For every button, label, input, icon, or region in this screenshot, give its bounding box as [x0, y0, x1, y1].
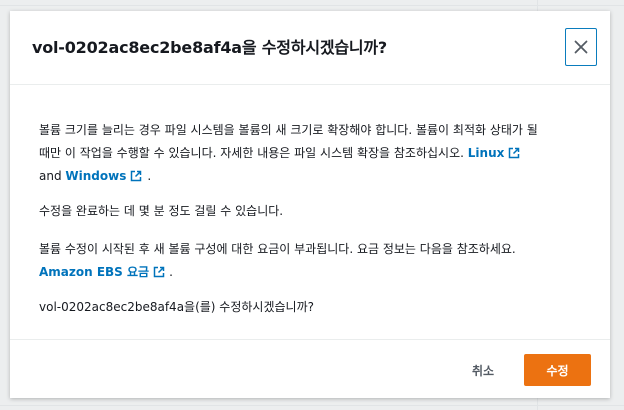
- close-button[interactable]: [565, 28, 597, 66]
- dialog-header: vol-0202ac8ec2be8af4a을 수정하시겠습니까?: [10, 11, 610, 85]
- external-link-icon: [509, 147, 520, 159]
- modify-volume-dialog: vol-0202ac8ec2be8af4a을 수정하시겠습니까? 볼륨 크기를 …: [10, 11, 610, 398]
- ebs-pricing-link-label: Amazon EBS 요금: [39, 265, 150, 279]
- confirm-question: vol-0202ac8ec2be8af4a을(를) 수정하시겠습니까?: [39, 300, 314, 314]
- backdrop-divider: [0, 405, 624, 406]
- pricing-info-line-1: 볼륨 수정이 시작된 후 새 볼륨 구성에 대한 요금이 부과됩니다. 요금 정…: [39, 242, 516, 256]
- period-text: .: [147, 169, 152, 183]
- linux-link-label: Linux: [467, 146, 505, 160]
- resize-info-text: 때만 이 작업을 수행할 수 있습니다. 자세한 내용은 파일 시스템 확장을 …: [39, 146, 468, 160]
- backdrop-divider: [0, 5, 624, 6]
- modify-button[interactable]: 수정: [524, 354, 591, 386]
- close-icon: [574, 40, 588, 54]
- period-text: .: [169, 265, 173, 279]
- dialog-body: 볼륨 크기를 늘리는 경우 파일 시스템을 볼륨의 새 크기로 확장해야 합니다…: [10, 85, 610, 340]
- cancel-button[interactable]: 취소: [458, 354, 508, 386]
- duration-info: 수정을 완료하는 데 몇 분 정도 걸릴 수 있습니다.: [39, 204, 284, 218]
- dialog-title: vol-0202ac8ec2be8af4a을 수정하시겠습니까?: [32, 38, 388, 57]
- resize-info-line-1: 볼륨 크기를 늘리는 경우 파일 시스템을 볼륨의 새 크기로 확장해야 합니다…: [39, 123, 538, 137]
- dialog-footer: 취소 수정: [10, 340, 610, 398]
- pricing-info-line-2: Amazon EBS 요금.: [39, 261, 173, 284]
- windows-link-label: Windows: [65, 169, 127, 183]
- linux-link[interactable]: Linux: [468, 146, 521, 160]
- resize-info-line-3: and Windows.: [39, 165, 151, 188]
- ebs-pricing-link[interactable]: Amazon EBS 요금: [39, 265, 165, 279]
- windows-link[interactable]: Windows: [65, 169, 142, 183]
- resize-info-line-2: 때만 이 작업을 수행할 수 있습니다. 자세한 내용은 파일 시스템 확장을 …: [39, 142, 520, 165]
- external-link-icon: [153, 266, 165, 278]
- external-link-icon: [131, 170, 142, 182]
- and-text: and: [39, 169, 66, 183]
